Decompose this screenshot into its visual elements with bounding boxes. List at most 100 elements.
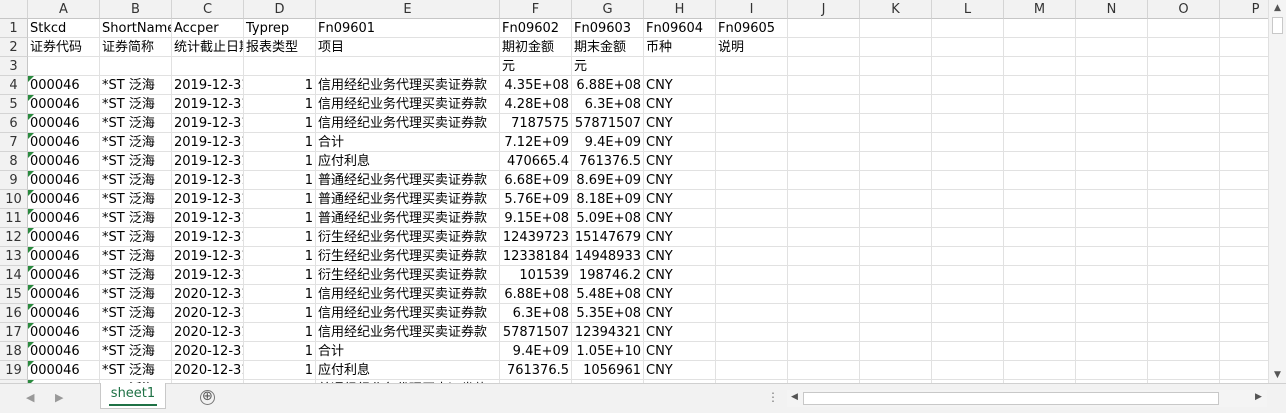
table-cell[interactable]: 2019-12-31 <box>172 114 244 133</box>
column-header-f[interactable]: F <box>500 0 572 19</box>
table-cell[interactable] <box>1004 171 1076 190</box>
table-cell[interactable] <box>1220 361 1268 380</box>
table-cell[interactable] <box>932 76 1004 95</box>
table-cell[interactable] <box>788 76 860 95</box>
table-cell[interactable] <box>932 133 1004 152</box>
table-cell[interactable]: CNY <box>644 209 716 228</box>
table-cell[interactable]: 衍生经纪业务代理买卖证券款 <box>316 247 500 266</box>
table-cell[interactable] <box>1004 190 1076 209</box>
table-cell[interactable] <box>932 342 1004 361</box>
table-cell[interactable]: *ST 泛海 <box>100 209 172 228</box>
table-cell[interactable]: 应付利息 <box>316 361 500 380</box>
table-cell[interactable]: CNY <box>644 190 716 209</box>
column-header-i[interactable]: I <box>716 0 788 19</box>
table-cell[interactable]: 4.28E+08 <box>500 95 572 114</box>
table-cell[interactable] <box>1148 171 1220 190</box>
table-cell[interactable] <box>860 57 932 76</box>
table-cell[interactable]: 000046 <box>28 190 100 209</box>
table-cell[interactable]: 000046 <box>28 152 100 171</box>
table-cell[interactable] <box>1220 342 1268 361</box>
column-header-n[interactable]: N <box>1076 0 1148 19</box>
table-cell[interactable]: 衍生经纪业务代理买卖证券款 <box>316 228 500 247</box>
column-header-h[interactable]: H <box>644 0 716 19</box>
table-cell[interactable]: 5.09E+08 <box>572 209 644 228</box>
table-cell[interactable] <box>1148 323 1220 342</box>
table-cell[interactable] <box>1220 133 1268 152</box>
table-cell[interactable]: 1 <box>244 190 316 209</box>
table-cell[interactable] <box>788 171 860 190</box>
table-cell[interactable]: 2019-12-31 <box>172 95 244 114</box>
table-cell[interactable]: *ST 泛海 <box>100 95 172 114</box>
table-cell[interactable]: Typrep <box>244 19 316 38</box>
vertical-scrollbar[interactable]: ▲ ▼ <box>1268 0 1286 383</box>
table-cell[interactable]: CNY <box>644 114 716 133</box>
table-cell[interactable] <box>932 209 1004 228</box>
number-as-text-marker-icon[interactable] <box>28 171 34 177</box>
table-cell[interactable] <box>932 323 1004 342</box>
table-cell[interactable] <box>1076 228 1148 247</box>
table-cell[interactable] <box>1076 285 1148 304</box>
table-cell[interactable]: CNY <box>644 342 716 361</box>
table-cell[interactable]: 761376.5 <box>500 361 572 380</box>
number-as-text-marker-icon[interactable] <box>28 266 34 272</box>
table-cell[interactable]: 1 <box>244 323 316 342</box>
table-cell[interactable]: 普通经纪业务代理买卖证券款 <box>316 171 500 190</box>
tab-splitter-icon[interactable]: ⋮ <box>767 390 779 404</box>
table-cell[interactable] <box>1220 152 1268 171</box>
table-cell[interactable] <box>1220 228 1268 247</box>
table-cell[interactable] <box>932 38 1004 57</box>
table-cell[interactable]: Stkcd <box>28 19 100 38</box>
column-header-g[interactable]: G <box>572 0 644 19</box>
table-cell[interactable] <box>100 57 172 76</box>
table-cell[interactable] <box>860 133 932 152</box>
table-cell[interactable]: 9.4E+09 <box>500 342 572 361</box>
row-header[interactable]: 17 <box>0 323 28 342</box>
table-cell[interactable] <box>716 304 788 323</box>
table-cell[interactable]: 57871507 <box>572 114 644 133</box>
table-cell[interactable]: *ST 泛海 <box>100 323 172 342</box>
table-cell[interactable]: 5.76E+09 <box>500 190 572 209</box>
table-cell[interactable]: *ST 泛海 <box>100 247 172 266</box>
column-header-m[interactable]: M <box>1004 0 1076 19</box>
table-cell[interactable]: 1 <box>244 152 316 171</box>
table-cell[interactable] <box>1004 304 1076 323</box>
table-cell[interactable] <box>1004 323 1076 342</box>
table-cell[interactable] <box>1076 38 1148 57</box>
table-cell[interactable]: 衍生经纪业务代理买卖证券款 <box>316 266 500 285</box>
table-cell[interactable]: 报表类型 <box>244 38 316 57</box>
table-cell[interactable]: CNY <box>644 152 716 171</box>
table-cell[interactable] <box>716 361 788 380</box>
row-header[interactable]: 12 <box>0 228 28 247</box>
column-header-l[interactable]: L <box>932 0 1004 19</box>
table-cell[interactable] <box>788 304 860 323</box>
table-cell[interactable]: 期初金额 <box>500 38 572 57</box>
table-cell[interactable]: CNY <box>644 171 716 190</box>
number-as-text-marker-icon[interactable] <box>28 133 34 139</box>
table-cell[interactable] <box>1004 342 1076 361</box>
table-cell[interactable]: 8.69E+09 <box>572 171 644 190</box>
table-cell[interactable] <box>1220 247 1268 266</box>
spreadsheet-grid[interactable]: A B C D E F G H I J K L M N O P 1 Stkcd ShortName Accper Typ… <box>0 0 1268 383</box>
table-cell[interactable]: ShortName <box>100 19 172 38</box>
table-cell[interactable]: 普通经纪业务代理买卖证券款 <box>316 209 500 228</box>
table-cell[interactable] <box>788 190 860 209</box>
table-cell[interactable]: 000046 <box>28 323 100 342</box>
table-cell[interactable]: 信用经纪业务代理买卖证券款 <box>316 323 500 342</box>
table-cell[interactable]: 2019-12-31 <box>172 171 244 190</box>
table-cell[interactable]: CNY <box>644 285 716 304</box>
scroll-down-icon[interactable]: ▼ <box>1272 369 1283 381</box>
table-cell[interactable] <box>1076 19 1148 38</box>
table-cell[interactable]: 1 <box>244 76 316 95</box>
table-cell[interactable]: 2020-12-31 <box>172 323 244 342</box>
table-cell[interactable]: CNY <box>644 323 716 342</box>
table-cell[interactable] <box>788 266 860 285</box>
table-cell[interactable] <box>716 285 788 304</box>
table-cell[interactable]: *ST 泛海 <box>100 266 172 285</box>
table-cell[interactable] <box>1220 304 1268 323</box>
table-cell[interactable] <box>1076 361 1148 380</box>
table-cell[interactable]: 2019-12-31 <box>172 152 244 171</box>
table-cell[interactable]: CNY <box>644 95 716 114</box>
table-cell[interactable]: 信用经纪业务代理买卖证券款 <box>316 304 500 323</box>
table-cell[interactable] <box>860 190 932 209</box>
table-cell[interactable]: Fn09605 <box>716 19 788 38</box>
